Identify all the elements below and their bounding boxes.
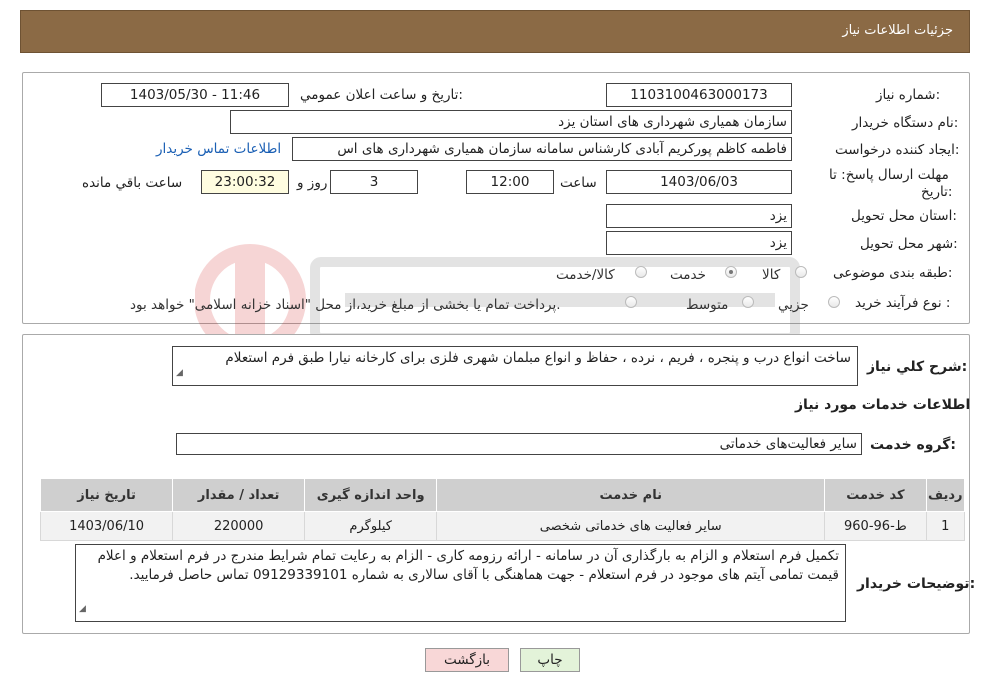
category-radio-service[interactable] <box>725 266 737 278</box>
category-option-goods-label: کالا <box>762 267 781 283</box>
deadline-label-2: تاریخ: <box>921 184 953 200</box>
deadline-time-label: ساعت <box>560 175 597 191</box>
buyer-notes-textarea[interactable]: تکمیل فرم استعلام و الزام به بارگذاری آن… <box>75 544 846 622</box>
services-section-title: اطلاعات خدمات مورد نیاز <box>795 397 971 413</box>
buyer-notes-label: توضیحات خریدار: <box>857 576 976 592</box>
service-group-label: گروه خدمت: <box>870 437 956 453</box>
cell-qty: 220000 <box>172 511 306 541</box>
cell-code: ط-96-960 <box>824 511 927 541</box>
remaining-time-field: 23:00:32 <box>201 170 289 194</box>
col-row: ردیف <box>925 478 966 512</box>
buyer-notes-text: تکمیل فرم استعلام و الزام به بارگذاری آن… <box>97 548 839 583</box>
need-number-label: شماره نیاز: <box>876 87 941 103</box>
category-label: طبقه بندی موضوعی: <box>833 265 953 281</box>
cell-row: 1 <box>925 511 966 541</box>
resize-grip-icon: ◢ <box>176 368 183 378</box>
creator-field: فاطمه کاظم پورکریم آبادی کارشناس سامانه … <box>292 137 792 161</box>
buyer-contact-link[interactable]: اطلاعات تماس خریدار <box>156 141 281 157</box>
buyer-org-field: سازمان همیاری شهرداری های استان یزد <box>230 110 792 134</box>
cell-date: 1403/06/10 <box>39 511 174 541</box>
deadline-time-field: 12:00 <box>466 170 554 194</box>
province-field: یزد <box>606 204 792 228</box>
summary-label: شرح كلي نياز: <box>867 359 968 375</box>
creator-label: ایجاد کننده درخواست: <box>835 142 960 158</box>
summary-textarea[interactable]: ساخت انواع درب و پنجره ، فریم ، نرده ، ح… <box>172 346 858 386</box>
services-table: ردیف کد خدمت نام خدمت واحد اندازه گیری ت… <box>39 478 966 541</box>
category-radio-both[interactable] <box>635 266 647 278</box>
province-label: استان محل تحویل: <box>851 208 957 224</box>
deadline-label: مهلت ارسال پاسخ: تا <box>829 167 949 183</box>
table-row: 1 ط-96-960 سایر فعالیت های خدماتی شخصی ک… <box>39 511 966 541</box>
process-option-minor-label: جزیي <box>778 297 809 313</box>
back-button[interactable]: بازگشت <box>425 648 509 672</box>
process-type-label: نوع فرآیند خرید : <box>855 295 951 311</box>
page-header: جزئیات اطلاعات نیاز <box>20 10 970 53</box>
category-option-both-label: کالا/خدمت <box>556 267 615 283</box>
col-name: نام خدمت <box>436 478 826 512</box>
city-field: یزد <box>606 231 792 255</box>
table-header-row: ردیف کد خدمت نام خدمت واحد اندازه گیری ت… <box>39 478 966 512</box>
days-remaining-field: 3 <box>330 170 418 194</box>
deadline-date-field: 1403/06/03 <box>606 170 792 194</box>
days-label: روز و <box>297 175 328 191</box>
service-group-field: سایر فعالیت‌های خدماتی <box>176 433 862 455</box>
col-code: کد خدمت <box>824 478 927 512</box>
process-radio-medium[interactable] <box>742 296 754 308</box>
treasury-payment-note: پرداخت تمام یا بخشی از مبلغ خرید،از محل … <box>130 297 561 313</box>
cell-unit: کیلوگرم <box>304 511 438 541</box>
page-title: جزئیات اطلاعات نیاز <box>842 23 953 38</box>
buyer-org-label: نام دستگاه خريدار: <box>852 115 959 131</box>
col-unit: واحد اندازه گیری <box>304 478 438 512</box>
print-button[interactable]: چاپ <box>520 648 580 672</box>
cell-name: سایر فعالیت های خدماتی شخصی <box>436 511 826 541</box>
remaining-time-label: ساعت باقي مانده <box>82 175 183 191</box>
city-label: شهر محل تحویل: <box>860 236 958 252</box>
process-option-medium-label: متوسط <box>686 297 729 313</box>
announce-date-field: 1403/05/30 - 11:46 <box>101 83 289 107</box>
need-number-field: 1103100463000173 <box>606 83 792 107</box>
resize-grip-icon: ◢ <box>79 604 86 614</box>
col-date: تاریخ نیاز <box>39 478 174 512</box>
process-radio-minor[interactable] <box>828 296 840 308</box>
col-qty: تعداد / مقدار <box>172 478 306 512</box>
announce-date-label: تاریخ و ساعت اعلان عمومي: <box>300 87 463 103</box>
category-radio-goods[interactable] <box>795 266 807 278</box>
treasury-checkbox[interactable] <box>625 296 637 308</box>
summary-text: ساخت انواع درب و پنجره ، فریم ، نرده ، ح… <box>225 350 851 366</box>
category-option-service-label: خدمت <box>670 267 706 283</box>
